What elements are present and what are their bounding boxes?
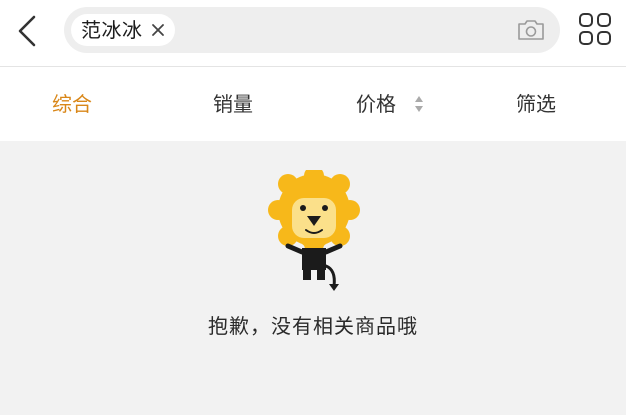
search-keyword-chip[interactable]: 范冰冰: [71, 14, 175, 46]
tab-price[interactable]: 价格: [356, 67, 396, 141]
sort-arrows-icon[interactable]: [414, 95, 424, 113]
chevron-left-icon[interactable]: [14, 14, 40, 48]
camera-icon[interactable]: [516, 18, 546, 42]
search-box[interactable]: 范冰冰: [64, 7, 560, 53]
tab-sales[interactable]: 销量: [213, 67, 253, 141]
close-icon[interactable]: [151, 23, 165, 37]
tab-comprehensive[interactable]: 综合: [52, 67, 92, 141]
search-keyword-text: 范冰冰: [81, 18, 143, 42]
empty-result-message: 抱歉，没有相关商品哦: [208, 314, 418, 338]
top-bar: 范冰冰: [0, 0, 626, 67]
sort-tabs: 综合 销量 价格 筛选: [0, 67, 626, 141]
lion-mascot-icon: [268, 170, 360, 291]
tab-filter[interactable]: 筛选: [516, 67, 556, 141]
grid-view-icon[interactable]: [578, 12, 612, 46]
